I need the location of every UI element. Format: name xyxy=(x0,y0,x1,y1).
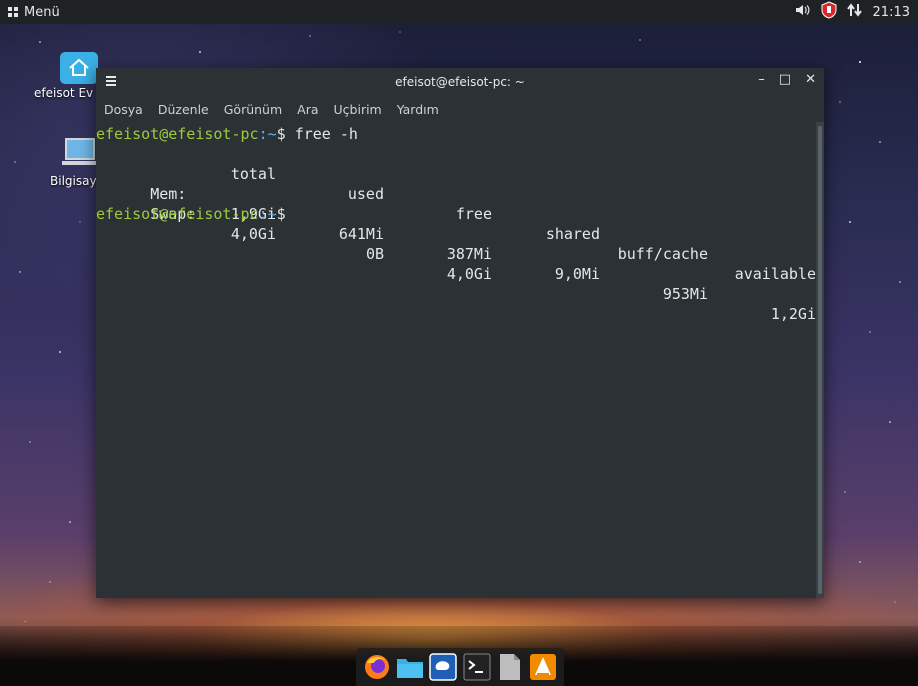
cell-swap-free: 4,0Gi xyxy=(446,265,492,283)
cell-swap-used: 0B xyxy=(365,245,384,263)
volume-icon[interactable] xyxy=(795,3,811,21)
network-arrows-icon[interactable] xyxy=(846,3,863,21)
cell-mem-free: 387Mi xyxy=(446,245,492,263)
table-header-row: total used free shared buff/cache availa… xyxy=(96,144,816,283)
terminal-output[interactable]: efeisot@efeisot-pc:~$ free -h total used… xyxy=(96,122,816,598)
command-text: free -h xyxy=(294,125,358,143)
command-line: efeisot@efeisot-pc:~$ free -h xyxy=(96,124,816,144)
menu-ucbirim[interactable]: Uçbirim xyxy=(334,102,382,117)
terminal-window: efeisot@efeisot-pc: ~ – □ ✕ Dosya Düzenl… xyxy=(96,68,824,598)
text-editor-icon[interactable] xyxy=(496,653,524,681)
cell-mem-shared: 9,0Mi xyxy=(554,265,600,283)
header-shared: shared xyxy=(545,225,600,243)
desktop-icon-computer[interactable]: Bilgisayar xyxy=(50,136,98,188)
security-shield-icon[interactable] xyxy=(821,1,837,23)
menu-button[interactable]: Menü xyxy=(0,0,60,24)
table-row-mem: Mem: 1,9Gi 641Mi 387Mi 9,0Mi 953Mi 1,2Gi xyxy=(96,164,816,323)
top-panel: Menü 21:13 xyxy=(0,0,918,24)
table-row-swap: Swap: 4,0Gi 0B 4,0Gi xyxy=(96,184,816,283)
menu-duzenle[interactable]: Düzenle xyxy=(158,102,209,117)
window-titlebar[interactable]: efeisot@efeisot-pc: ~ – □ ✕ xyxy=(96,68,824,96)
hamburger-menu-icon[interactable] xyxy=(106,76,116,88)
menu-gorunum[interactable]: Görünüm xyxy=(224,102,282,117)
app-grid-icon xyxy=(8,7,18,17)
menu-yardim[interactable]: Yardım xyxy=(397,102,439,117)
prompt-path: :~ xyxy=(258,205,277,223)
prompt-line: efeisot@efeisot-pc:~$ xyxy=(96,204,816,224)
mail-icon[interactable] xyxy=(429,653,458,681)
menu-label: Menü xyxy=(24,4,60,20)
scrollbar-thumb[interactable] xyxy=(818,126,822,594)
prompt-symbol: $ xyxy=(276,125,295,143)
minimize-icon[interactable]: – xyxy=(758,72,765,87)
window-title: efeisot@efeisot-pc: ~ xyxy=(395,75,525,89)
menu-dosya[interactable]: Dosya xyxy=(104,102,143,117)
prompt-path: :~ xyxy=(258,125,277,143)
close-icon[interactable]: ✕ xyxy=(805,72,816,87)
menu-ara[interactable]: Ara xyxy=(297,102,318,117)
files-icon[interactable] xyxy=(396,653,424,681)
header-available: available xyxy=(734,265,816,283)
maximize-icon[interactable]: □ xyxy=(779,72,791,87)
dock xyxy=(356,648,564,686)
header-buff-cache: buff/cache xyxy=(617,245,708,263)
computer-icon xyxy=(62,138,98,165)
prompt-user: efeisot@efeisot-pc xyxy=(96,205,259,223)
terminal-menubar: Dosya Düzenle Görünüm Ara Uçbirim Yardım xyxy=(96,96,824,122)
terminal-icon[interactable] xyxy=(463,653,491,681)
clock[interactable]: 21:13 xyxy=(873,5,910,20)
cell-mem-available: 1,2Gi xyxy=(770,305,816,323)
vlc-icon[interactable] xyxy=(529,653,557,681)
desktop-icon-label: Bilgisayar xyxy=(50,174,96,188)
cell-mem-buff-cache: 953Mi xyxy=(662,285,708,303)
scrollbar[interactable] xyxy=(816,122,824,598)
prompt-user: efeisot@efeisot-pc xyxy=(96,125,259,143)
home-folder-icon xyxy=(60,52,98,84)
prompt-symbol: $ xyxy=(276,205,295,223)
cell-swap-total: 4,0Gi xyxy=(230,225,276,243)
cell-mem-used: 641Mi xyxy=(338,225,384,243)
system-tray: 21:13 xyxy=(795,0,918,24)
desktop-icon-label: efeisot Ev Dizini xyxy=(34,86,98,100)
firefox-icon[interactable] xyxy=(363,653,391,681)
